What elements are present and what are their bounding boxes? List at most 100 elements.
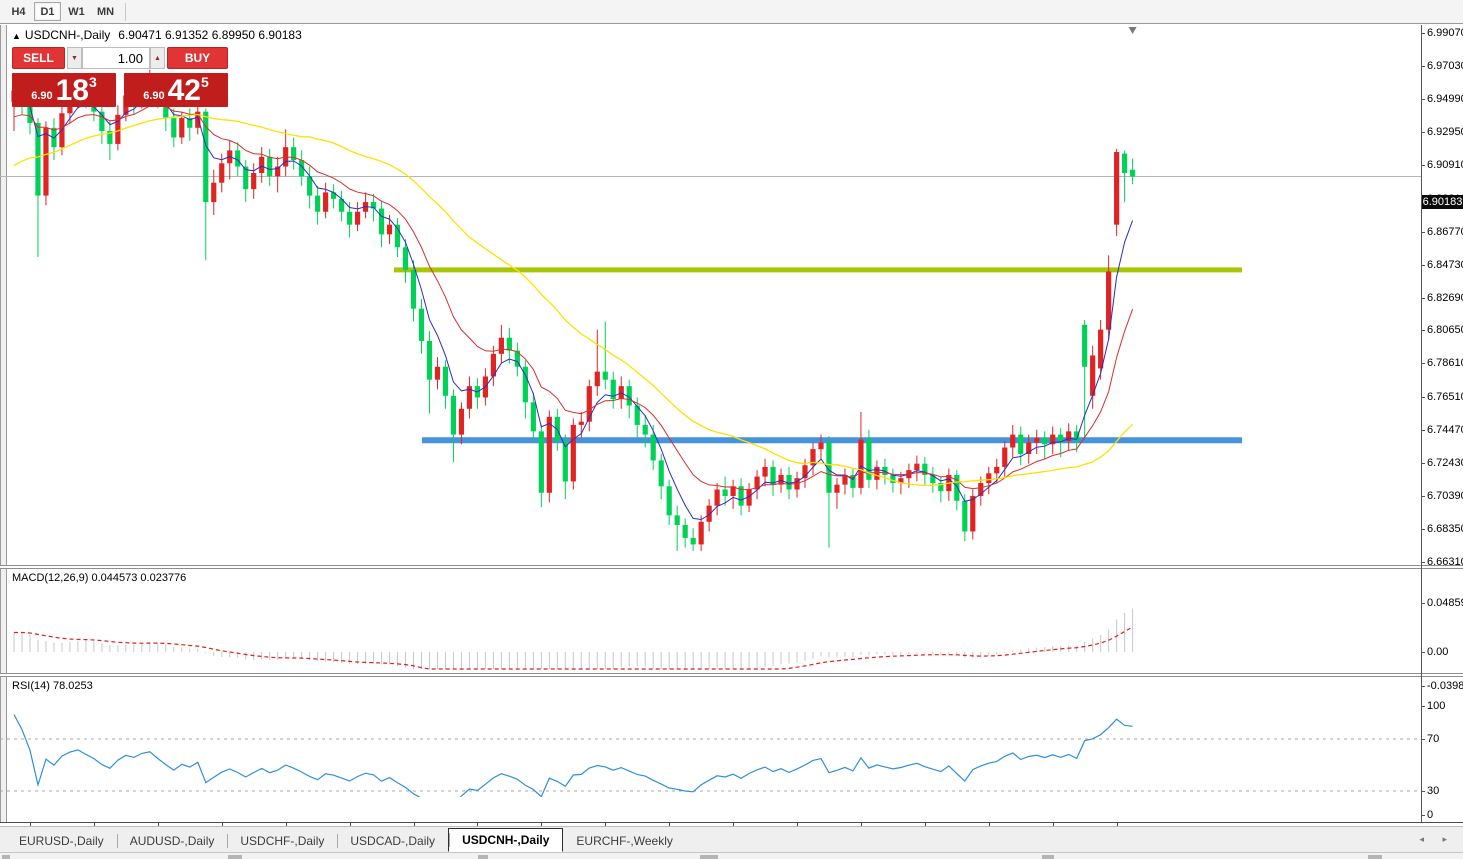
timeframe-button-d1[interactable]: D1 xyxy=(34,2,61,21)
sell-price-pip: 3 xyxy=(89,74,97,90)
macd-axis-label: -0.039856 xyxy=(1427,680,1463,692)
candle-body xyxy=(1042,438,1047,444)
rsi-indicator-label: RSI(14) 78.0253 xyxy=(12,680,93,692)
candle-body xyxy=(451,396,456,435)
candle-body xyxy=(651,435,656,461)
rsi-indicator-canvas[interactable] xyxy=(0,677,1421,797)
sell-price-tile[interactable]: 6.90 18 3 xyxy=(12,73,116,107)
candle-body xyxy=(587,386,592,422)
candle-body xyxy=(667,486,672,515)
chart-tab-usdcaddaily[interactable]: USDCAD-,Daily xyxy=(337,830,448,852)
candle-body xyxy=(603,372,608,380)
candle-body xyxy=(1058,435,1063,441)
candle-body xyxy=(547,417,552,493)
chart-tab-bar: EURUSD-,DailyAUDUSD-,DailyUSDCHF-,DailyU… xyxy=(0,826,1463,852)
mt4-terminal-window: H4D1W1MN ▲ USDCNH-,Daily 6.90471 6.91352 6… xyxy=(0,0,1463,859)
candle-body xyxy=(707,506,712,522)
chart-symbol-label: USDCNH-,Daily xyxy=(25,28,110,42)
timeframe-button-w1[interactable]: W1 xyxy=(63,2,90,21)
chart-title: ▲USDCNH-,Daily6.90471 6.91352 6.89950 6.… xyxy=(12,28,302,42)
chart-tab-audusddaily[interactable]: AUDUSD-,Daily xyxy=(117,830,228,852)
chevron-up-icon: ▲ xyxy=(154,55,161,62)
candle-body xyxy=(715,489,720,505)
price-axis-label: 6.78610 xyxy=(1427,357,1463,369)
volume-decrease-button[interactable]: ▼ xyxy=(67,47,82,69)
candle-body xyxy=(691,538,696,544)
candle-body xyxy=(858,439,863,487)
candle-body xyxy=(379,209,384,235)
bottom-cutoff-strip xyxy=(0,852,1463,859)
candle-body xyxy=(43,128,48,196)
price-axis-label: 6.74470 xyxy=(1427,424,1463,436)
candle-body xyxy=(1082,325,1087,367)
timeframe-toolbar: H4D1W1MN xyxy=(0,0,1463,24)
price-axis-label: 6.99070 xyxy=(1427,27,1463,39)
candle-body xyxy=(762,467,767,477)
candle-body xyxy=(219,163,224,182)
current-price-tag: 6.90183 xyxy=(1422,195,1463,209)
one-click-trade-panel: SELL ▼ 1.00 ▲ BUY 6.90 18 3 6.90 42 5 xyxy=(12,47,228,107)
candle-body xyxy=(659,460,664,486)
candle-body xyxy=(419,309,424,341)
candle-body xyxy=(1130,170,1135,177)
price-axis-label: 6.94990 xyxy=(1427,93,1463,105)
candle-body xyxy=(1034,438,1039,443)
candle-body xyxy=(1122,154,1127,173)
macd-axis-label: 0.00 xyxy=(1427,646,1448,658)
rsi-axis-label: 30 xyxy=(1427,785,1439,797)
candle-body xyxy=(1114,152,1119,225)
candle-body xyxy=(171,118,176,137)
candle-body xyxy=(355,212,360,225)
chart-tab-eurchfweekly[interactable]: EURCHF-,Weekly xyxy=(563,830,685,852)
rsi-axis-label: 100 xyxy=(1427,700,1445,712)
volume-input[interactable]: 1.00 xyxy=(82,47,150,69)
candle-body xyxy=(994,467,999,473)
candle-body xyxy=(531,402,536,431)
chart-tab-usdchfdaily[interactable]: USDCHF-,Daily xyxy=(227,830,337,852)
candle-body xyxy=(1010,435,1015,448)
candle-body xyxy=(435,367,440,380)
candle-body xyxy=(914,464,919,470)
price-axis-label: 6.68350 xyxy=(1427,523,1463,535)
candle-body xyxy=(347,212,352,225)
chart-ohlc-values: 6.90471 6.91352 6.89950 6.90183 xyxy=(118,28,302,42)
volume-increase-button[interactable]: ▲ xyxy=(150,47,165,69)
timeframe-button-mn[interactable]: MN xyxy=(92,2,119,21)
candle-body xyxy=(427,341,432,380)
chart-tab-usdcnhdaily[interactable]: USDCNH-,Daily xyxy=(448,828,563,852)
price-axis-label: 6.97030 xyxy=(1427,60,1463,72)
chart-window: ▲ USDCNH-,Daily 6.90471 6.91352 6.89950 6.… xyxy=(0,25,1463,859)
sell-price-prefix: 6.90 xyxy=(31,90,52,102)
candle-body xyxy=(643,425,648,435)
macd-indicator-canvas[interactable] xyxy=(0,569,1421,673)
candle-body xyxy=(203,112,208,202)
candle-body xyxy=(179,118,184,137)
buy-price-prefix: 6.90 xyxy=(143,90,164,102)
price-axis-label: 6.82690 xyxy=(1427,292,1463,304)
toolbar-divider xyxy=(125,3,126,21)
buy-price-tile[interactable]: 6.90 42 5 xyxy=(124,73,228,107)
candle-body xyxy=(1018,435,1023,454)
candle-body xyxy=(459,409,464,435)
candle-body xyxy=(675,515,680,525)
macd-indicator-label: MACD(12,26,9) 0.044573 0.023776 xyxy=(12,572,186,584)
price-axis-label: 6.72430 xyxy=(1427,457,1463,469)
price-axis-label: 6.90910 xyxy=(1427,159,1463,171)
sell-price-main: 18 xyxy=(56,77,89,105)
candle-body xyxy=(443,367,448,396)
candle-body xyxy=(211,183,216,202)
chart-tab-eurusddaily[interactable]: EURUSD-,Daily xyxy=(6,830,117,852)
candle-body xyxy=(579,422,584,425)
candle-body xyxy=(251,173,256,189)
buy-button[interactable]: BUY xyxy=(167,47,228,69)
candle-body xyxy=(259,157,264,173)
candle-body xyxy=(387,225,392,235)
candle-body xyxy=(970,496,975,532)
sell-button[interactable]: SELL xyxy=(12,47,65,69)
timeframe-button-h4[interactable]: H4 xyxy=(5,2,32,21)
candle-body xyxy=(323,192,328,211)
rsi-line xyxy=(14,715,1133,798)
tab-scroll-arrows[interactable]: ◂ ▸ xyxy=(1419,834,1455,845)
candle-body xyxy=(699,522,704,545)
price-axis-label: 6.84730 xyxy=(1427,259,1463,271)
